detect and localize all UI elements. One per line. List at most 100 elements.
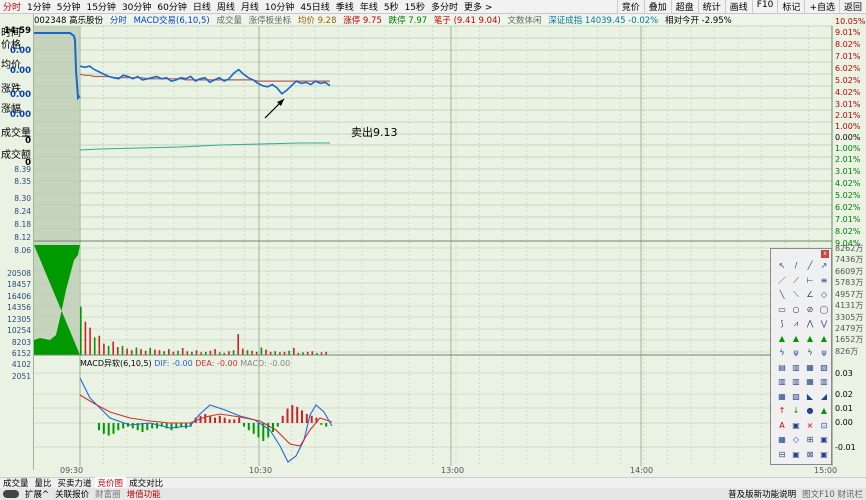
drawing-tool-icon[interactable]: ↑ (777, 406, 787, 416)
drawing-tool-icon[interactable]: ○ (791, 305, 801, 315)
drawing-tool-icon[interactable]: ⋀ (805, 319, 815, 329)
macd-bar (112, 423, 115, 434)
drawing-tool-icon[interactable]: ⊘ (805, 305, 815, 315)
drawing-tool-icon[interactable]: ▲ (791, 334, 801, 344)
macd-bar (223, 417, 226, 423)
pct-tick: 8.02% (835, 227, 861, 236)
drawing-tool-icon[interactable]: × (805, 421, 815, 431)
drawing-tool-icon[interactable]: ≡ (819, 276, 829, 286)
drawing-tool-icon[interactable]: ⊢ (805, 276, 815, 286)
vol-tick-right: 4957万 (835, 290, 864, 299)
macd-bar (146, 423, 149, 431)
time-label-1030: 10:30 (249, 466, 273, 475)
macd-bar (107, 423, 110, 436)
drawing-tool-icon[interactable]: ▦ (777, 435, 787, 445)
drawing-tool-icon[interactable]: ⊟ (777, 450, 787, 460)
drawing-tool-icon[interactable]: ▣ (819, 450, 829, 460)
drawing-tool-icon[interactable]: ⋁ (819, 319, 829, 329)
drawing-tool-palette[interactable]: x ↖ / ╱ ↗ ／ ⟋ ⊢ ≡ ╲ ⟍ ∠ ◇ ▭ ○ ⊘ ◯ ⟆ ⩘ ⋀ ⋁ ▲ ▲ ▲ ▲ ϟ ψ ϟ ψ ▤ ▥ ▦ ▧ ▥ ▥ ▦ ▥ ▦ ▧… (770, 248, 832, 465)
drawing-tool-icon[interactable]: ▲ (819, 334, 829, 344)
drawing-tool-icon[interactable]: ▦ (777, 392, 787, 402)
wealth-circle-button[interactable]: 财富圈 (92, 488, 124, 500)
drawing-tool-icon[interactable]: ▣ (791, 450, 801, 460)
drawing-tool-icon[interactable]: ╲ (777, 290, 787, 300)
drawing-tool-icon[interactable]: ◇ (791, 435, 801, 445)
drawing-tool-icon[interactable]: ◢ (819, 392, 829, 402)
drawing-tool-icon[interactable]: ϟ (777, 348, 787, 358)
drawing-tool-icon[interactable]: ψ (791, 348, 801, 358)
drawing-tool-icon[interactable]: ▲ (777, 334, 787, 344)
toggle-switch-icon[interactable] (3, 490, 19, 498)
drawing-tool-icon[interactable]: ◇ (819, 290, 829, 300)
close-icon[interactable]: x (821, 250, 829, 258)
drawing-tool-icon[interactable]: ▲ (805, 334, 815, 344)
volume-bar (107, 345, 110, 355)
drawing-tool-icon[interactable]: ／ (777, 276, 787, 286)
chart-background (34, 26, 832, 466)
volume-bar (89, 327, 91, 355)
drawing-tool-icon[interactable]: ψ (819, 348, 829, 358)
drawing-tool-icon[interactable]: ▧ (819, 363, 829, 373)
drawing-tool-icon[interactable]: ϟ (805, 348, 815, 358)
pct-tick: 2.01% (835, 155, 861, 164)
drawing-tool-icon[interactable]: / (791, 261, 801, 271)
drawing-tool-icon[interactable]: ● (805, 406, 815, 416)
drawing-tool-icon[interactable]: ⊠ (805, 450, 815, 460)
macd-bar (238, 417, 241, 423)
drawing-tool-icon[interactable]: ▥ (777, 377, 787, 387)
macd-bar (276, 423, 279, 427)
drawing-tool-icon[interactable]: ▦ (805, 377, 815, 387)
expand-button[interactable]: 扩展^ (22, 488, 52, 500)
macd-bar (131, 423, 134, 429)
volume-bar (121, 345, 124, 355)
f10-info-link[interactable]: 图文F10 财讯栏 (799, 488, 866, 500)
macd-bar (214, 417, 216, 423)
pct-tick: 1.00% (835, 122, 861, 131)
drawing-tool-icon[interactable]: A (777, 421, 787, 431)
dif-value: DIF: -0.00 (154, 359, 193, 368)
drawing-tool-icon[interactable]: ▭ (777, 305, 787, 315)
drawing-tool-icon[interactable]: ▤ (777, 363, 787, 373)
drawing-tool-icon[interactable]: ◣ (805, 392, 815, 402)
sell-annotation: 卖出9.13 (351, 126, 398, 139)
drawing-tool-icon[interactable]: ▧ (791, 392, 801, 402)
volume-bar (98, 335, 101, 355)
drawing-tool-icon[interactable]: ▥ (819, 377, 829, 387)
macd-bar (204, 414, 207, 423)
volume-bar (260, 347, 263, 355)
drawing-tool-icon[interactable]: ↓ (791, 406, 801, 416)
pct-tick: 7.01% (835, 52, 861, 61)
drawing-tool-icon[interactable]: ∠ (805, 290, 815, 300)
vol-tick-right: 6609万 (835, 267, 864, 276)
new-feature-link[interactable]: 普及版新功能说明 (725, 488, 799, 500)
macd-value: MACD: -0.00 (240, 359, 291, 368)
drawing-tool-icon[interactable]: ⩘ (791, 319, 801, 329)
macd-bar (301, 410, 303, 423)
timeshare-chart[interactable] (0, 0, 866, 477)
volume-bar (135, 347, 138, 355)
drawing-tool-icon[interactable]: ↖ (777, 261, 787, 271)
volume-bar (274, 351, 276, 355)
drawing-tool-icon[interactable]: ⊡ (819, 421, 829, 431)
volume-bar (163, 351, 165, 355)
drawing-tool-icon[interactable]: ◯ (819, 305, 829, 315)
volume-bar (209, 350, 212, 355)
drawing-tool-icon[interactable]: ⊞ (805, 435, 815, 445)
status-bar: 扩展^ 关联报价 财富圈 增值功能 普及版新功能说明 图文F10 财讯栏 (0, 488, 866, 500)
related-quote-button[interactable]: 关联报价 (52, 488, 92, 500)
value-added-button[interactable]: 增值功能 (124, 488, 164, 500)
drawing-tool-icon[interactable]: ↗ (819, 261, 829, 271)
volume-bar (246, 350, 249, 355)
drawing-tool-icon[interactable]: ▥ (791, 377, 801, 387)
drawing-tool-icon[interactable]: ⟍ (791, 290, 801, 300)
drawing-tool-icon[interactable]: ╱ (805, 261, 815, 271)
pct-tick: 10.05% (835, 17, 866, 26)
drawing-tool-icon[interactable]: ▦ (805, 363, 815, 373)
drawing-tool-icon[interactable]: ▣ (819, 435, 829, 445)
drawing-tool-icon[interactable]: ▥ (791, 363, 801, 373)
drawing-tool-icon[interactable]: ▲ (819, 406, 829, 416)
drawing-tool-icon[interactable]: ⟆ (777, 319, 787, 329)
drawing-tool-icon[interactable]: ▣ (791, 421, 801, 431)
volume-bar (311, 351, 314, 355)
drawing-tool-icon[interactable]: ⟋ (791, 276, 801, 286)
